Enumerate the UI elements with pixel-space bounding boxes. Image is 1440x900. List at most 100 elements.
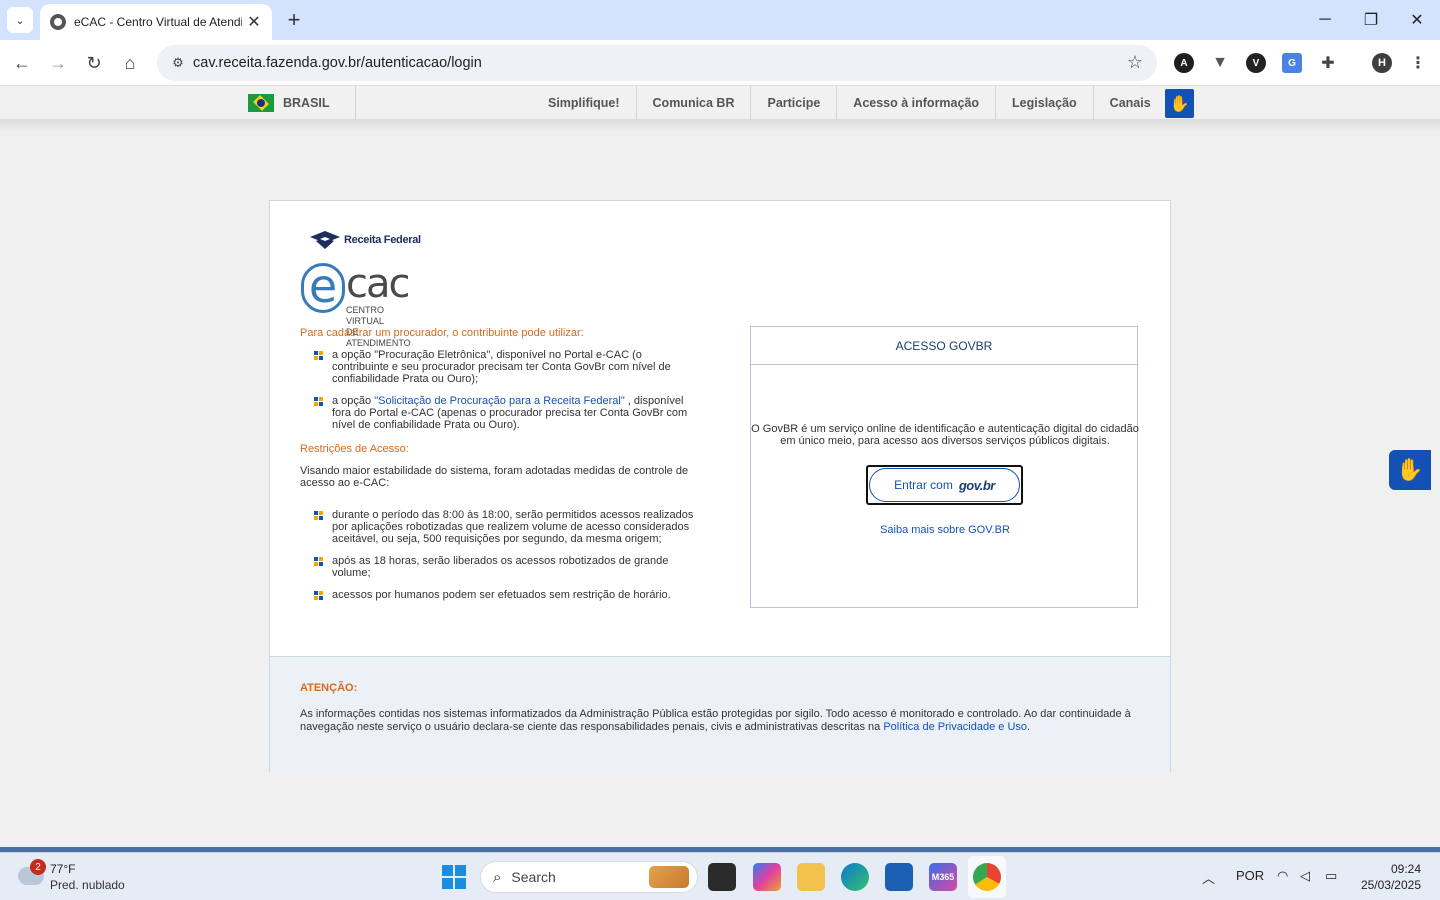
- govlink-acesso-informacao[interactable]: Acesso à informação: [837, 86, 997, 120]
- weather-badge: 2: [30, 859, 46, 875]
- bullet-squares-icon: [314, 511, 323, 520]
- tab-close-icon[interactable]: ✕: [244, 12, 264, 32]
- govlink-canais[interactable]: Canais: [1094, 86, 1167, 120]
- govbr-description: O GovBR é um serviço online de identific…: [751, 423, 1139, 447]
- restricoes-intro: Visando maior estabilidade do sistema, f…: [300, 465, 689, 489]
- bookmark-star-icon[interactable]: ☆: [1127, 52, 1143, 73]
- bullet-text: a opção "Procuração Eletrônica", disponí…: [332, 349, 671, 385]
- wifi-icon[interactable]: ◠: [1277, 868, 1288, 884]
- govbr-button-label: Entrar com: [894, 478, 953, 492]
- back-icon[interactable]: ←: [7, 48, 37, 78]
- govlink-legislacao[interactable]: Legislação: [996, 86, 1094, 120]
- taskbar-search-label: Search: [511, 869, 556, 885]
- weather-desc[interactable]: Pred. nublado: [50, 878, 125, 892]
- govlink-simplifique[interactable]: Simplifique!: [532, 86, 637, 120]
- politica-privacidade-link[interactable]: Política de Privacidade e Uso: [883, 721, 1027, 733]
- govbr-box-title: ACESSO GOVBR: [751, 327, 1137, 365]
- ecac-cac-text: cac: [346, 261, 410, 307]
- clock-time: 09:24: [1390, 862, 1421, 876]
- store-icon[interactable]: [885, 863, 913, 891]
- extension-vd-icon[interactable]: V: [1246, 53, 1266, 73]
- chevron-up-icon[interactable]: ︿: [1202, 868, 1215, 887]
- clock[interactable]: 09:24 25/03/2025: [1361, 861, 1421, 893]
- language-indicator[interactable]: POR: [1236, 868, 1264, 883]
- brasil-link[interactable]: BRASIL: [248, 86, 330, 120]
- ecac-subtitle-line1: CENTRO VIRTUAL: [346, 305, 384, 326]
- search-icon: ⌕: [493, 868, 502, 886]
- divider: [355, 86, 356, 120]
- tab-favicon-icon: [50, 14, 66, 30]
- battery-icon[interactable]: ▭: [1325, 868, 1337, 884]
- atencao-text: As informações contidas nos sistemas inf…: [300, 708, 1145, 734]
- m365-icon[interactable]: M365: [929, 863, 957, 891]
- rule-text: após as 18 horas, serão liberados os ace…: [332, 555, 669, 579]
- url-text: cav.receita.fazenda.gov.br/autenticacao/…: [193, 55, 482, 71]
- vlibras-hands-icon[interactable]: ✋: [1165, 89, 1194, 118]
- brasil-label: BRASIL: [283, 96, 330, 110]
- reload-icon[interactable]: ↻: [79, 48, 109, 78]
- gov-bar: BRASIL Simplifique! Comunica BR Particip…: [0, 86, 1440, 120]
- info-column: Para cadastrar um procurador, o contribu…: [300, 327, 700, 601]
- vlibras-side-hands-icon[interactable]: ✋: [1389, 450, 1431, 490]
- govbr-logo-icon: gov.br: [958, 477, 996, 493]
- site-info-icon[interactable]: ⚙: [163, 55, 193, 71]
- extension-v-icon[interactable]: ▼: [1210, 53, 1230, 73]
- govlink-participe[interactable]: Participe: [751, 86, 838, 120]
- list-item: após as 18 horas, serão liberados os ace…: [300, 555, 700, 579]
- close-window-icon[interactable]: ✕: [1394, 0, 1440, 40]
- bullet-squares-icon: [314, 397, 323, 406]
- ecac-logo: e cac CENTRO VIRTUAL DE ATENDIMENTO: [301, 261, 421, 348]
- rule-text: acessos por humanos podem ser efetuados …: [332, 589, 671, 601]
- list-item: a opção "Procuração Eletrônica", disponí…: [300, 349, 700, 385]
- brazil-flag-icon: [248, 94, 274, 112]
- browser-toolbar: ← → ↻ ⌂ ⚙ cav.receita.fazenda.gov.br/aut…: [0, 40, 1440, 86]
- rule-text: durante o período das 8:00 às 18:00, ser…: [332, 509, 694, 545]
- home-icon[interactable]: ⌂: [115, 48, 145, 78]
- govbr-access-box: ACESSO GOVBR O GovBR é um serviço online…: [750, 326, 1139, 608]
- task-view-icon[interactable]: [708, 863, 736, 891]
- bullet-squares-icon: [314, 557, 323, 566]
- browser-tab[interactable]: eCAC - Centro Virtual de Atendimento ✕: [40, 4, 272, 40]
- windows-start-icon[interactable]: [442, 865, 466, 889]
- extensions-puzzle-icon[interactable]: ✚: [1318, 53, 1338, 73]
- copilot-icon[interactable]: [753, 863, 781, 891]
- receita-federal-mark-icon: [310, 231, 340, 249]
- profile-avatar[interactable]: H: [1372, 53, 1392, 73]
- saiba-mais-govbr-link[interactable]: Saiba mais sobre GOV.BR: [751, 524, 1139, 536]
- forward-icon[interactable]: →: [43, 48, 73, 78]
- browser-tab-strip: ⌄ eCAC - Centro Virtual de Atendimento ✕…: [0, 0, 1440, 40]
- file-explorer-icon[interactable]: [797, 863, 825, 891]
- govlink-comunica-br[interactable]: Comunica BR: [637, 86, 752, 120]
- solicitacao-procuracao-link[interactable]: "Solicitação de Procuração para a Receit…: [374, 395, 625, 407]
- list-item: durante o período das 8:00 às 18:00, ser…: [300, 509, 700, 545]
- restricoes-title: Restrições de Acesso:: [300, 443, 409, 455]
- tab-title: eCAC - Centro Virtual de Atendimento: [74, 15, 242, 29]
- atencao-footer: ATENÇÃO: As informações contidas nos sis…: [270, 656, 1170, 772]
- list-item: a opção "Solicitação de Procuração para …: [300, 395, 700, 431]
- atencao-title: ATENÇÃO:: [300, 682, 358, 694]
- edge-icon[interactable]: [841, 863, 869, 891]
- entrar-com-govbr-button[interactable]: Entrar com gov.br: [866, 465, 1023, 505]
- new-tab-button[interactable]: +: [280, 6, 308, 34]
- minimize-icon[interactable]: ─: [1302, 0, 1348, 40]
- ecac-e-letter: e: [301, 263, 345, 313]
- menu-kebab-icon[interactable]: ⋮: [1408, 53, 1428, 73]
- procurador-title: Para cadastrar um procurador, o contribu…: [300, 327, 584, 339]
- clock-date: 25/03/2025: [1360, 878, 1421, 892]
- weather-temp[interactable]: 77°F: [50, 862, 75, 876]
- translate-icon[interactable]: G: [1282, 53, 1302, 73]
- govbr-button-pill: Entrar com gov.br: [869, 468, 1020, 502]
- volume-icon[interactable]: ◁: [1300, 868, 1310, 884]
- list-item: acessos por humanos podem ser efetuados …: [300, 589, 700, 601]
- login-card: Receita Federal e cac CENTRO VIRTUAL DE …: [269, 200, 1171, 772]
- restore-icon[interactable]: ❐: [1348, 0, 1394, 40]
- address-bar[interactable]: ⚙ cav.receita.fazenda.gov.br/autenticaca…: [157, 45, 1157, 81]
- tab-search-button[interactable]: ⌄: [7, 7, 33, 33]
- chrome-icon[interactable]: [973, 863, 1001, 891]
- bullet-text: a opção: [332, 395, 375, 407]
- gov-links: Simplifique! Comunica BR Participe Acess…: [532, 86, 1167, 120]
- receita-federal-logo: Receita Federal: [308, 229, 421, 251]
- windows-taskbar: 2 77°F Pred. nublado ⌕ Search M365 ︿ POR…: [0, 852, 1440, 900]
- taskbar-search[interactable]: ⌕ Search: [480, 861, 698, 893]
- extension-a-icon[interactable]: A: [1174, 53, 1194, 73]
